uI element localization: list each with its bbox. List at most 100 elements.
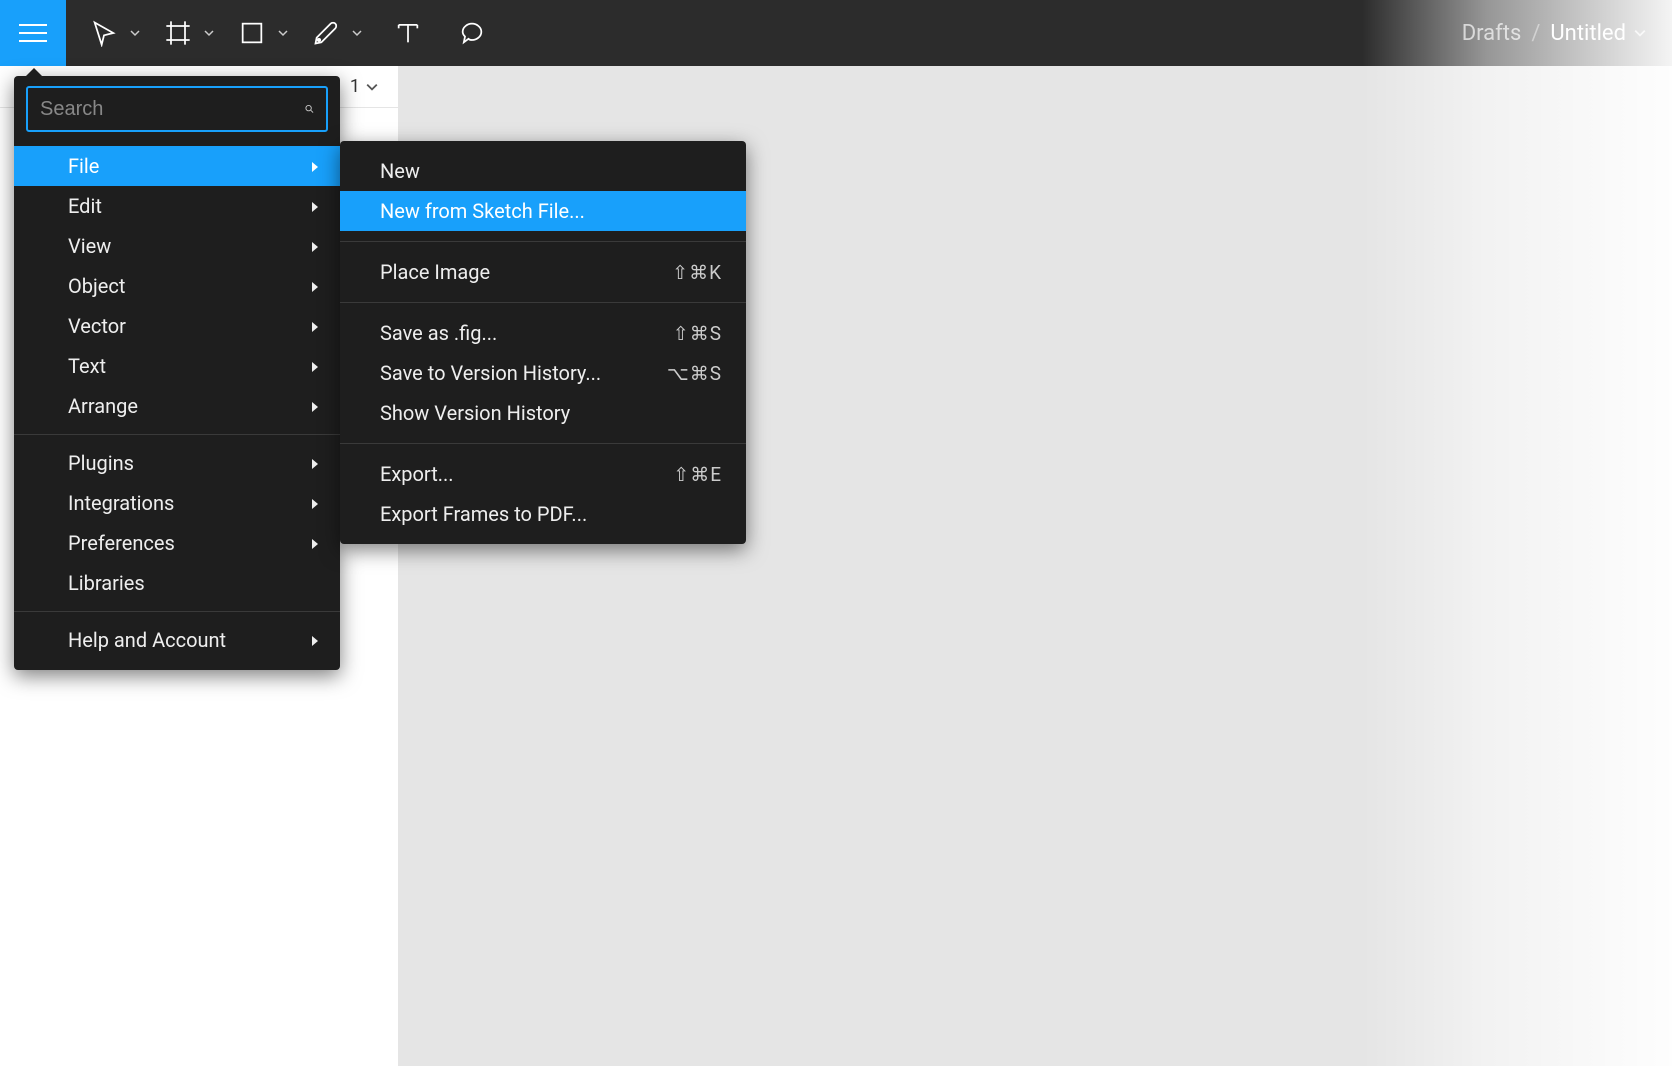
submenu-arrow-icon (310, 321, 320, 333)
menu-item-label: File (68, 154, 99, 178)
chevron-down-icon (1634, 27, 1646, 39)
shape-tool-chevron[interactable] (276, 0, 302, 66)
submenu-item-place-image[interactable]: Place Image ⇧⌘K (340, 252, 746, 292)
submenu-indicator (310, 314, 320, 338)
shape-tool[interactable] (228, 0, 276, 66)
submenu-shortcut: ⇧⌘S (673, 322, 722, 345)
menu-item-object[interactable]: Object (14, 266, 340, 306)
menu-item-label: Preferences (68, 531, 175, 555)
submenu-arrow-icon (310, 538, 320, 550)
layers-panel-visible-text: 1 (350, 76, 360, 97)
submenu-arrow-icon (310, 241, 320, 253)
submenu-arrow-icon (310, 361, 320, 373)
submenu-arrow-icon (310, 635, 320, 647)
text-icon (394, 19, 422, 47)
submenu-shortcut: ⇧⌘K (672, 261, 722, 284)
filename-label: Untitled (1550, 21, 1626, 46)
text-tool[interactable] (376, 0, 440, 66)
menu-item-label: Integrations (68, 491, 174, 515)
menu-item-label: Libraries (68, 571, 145, 595)
toolbar: Drafts / Untitled (0, 0, 1672, 66)
submenu-arrow-icon (310, 161, 320, 173)
menu-item-plugins[interactable]: Plugins (14, 443, 340, 483)
submenu-item-label: Save as .fig... (380, 321, 497, 345)
submenu-item-label: New from Sketch File... (380, 199, 585, 223)
submenu-item-save-to-version-history[interactable]: Save to Version History... ⌥⌘S (340, 353, 746, 393)
submenu-item-label: Place Image (380, 260, 490, 284)
submenu-shortcut: ⌥⌘S (667, 362, 722, 385)
menu-item-arrange[interactable]: Arrange (14, 386, 340, 426)
menu-item-label: Object (68, 274, 125, 298)
pen-icon (312, 19, 340, 47)
submenu-item-new[interactable]: New (340, 151, 746, 191)
submenu-shortcut: ⇧⌘E (673, 463, 722, 486)
submenu-item-label: Export Frames to PDF... (380, 502, 587, 526)
submenu-indicator (310, 154, 320, 178)
move-tool[interactable] (80, 0, 128, 66)
location-breadcrumb[interactable]: Drafts (1462, 21, 1522, 46)
menu-search-wrap (14, 76, 340, 146)
submenu-item-label: Show Version History (380, 401, 570, 425)
submenu-indicator (310, 451, 320, 475)
submenu-item-show-version-history[interactable]: Show Version History (340, 393, 746, 433)
search-icon (305, 99, 314, 119)
menu-item-label: Arrange (68, 394, 138, 418)
submenu-indicator (310, 531, 320, 555)
submenu-separator (340, 302, 746, 303)
menu-item-text[interactable]: Text (14, 346, 340, 386)
chevron-down-icon (204, 28, 214, 38)
submenu-indicator (310, 491, 320, 515)
menu-item-vector[interactable]: Vector (14, 306, 340, 346)
main-menu-button[interactable] (0, 0, 66, 66)
menu-item-libraries[interactable]: Libraries (14, 563, 340, 603)
submenu-item-save-as-fig[interactable]: Save as .fig... ⇧⌘S (340, 313, 746, 353)
chevron-down-icon (130, 28, 140, 38)
toolbar-tools (66, 0, 504, 66)
submenu-separator (340, 443, 746, 444)
submenu-arrow-icon (310, 201, 320, 213)
frame-tool[interactable] (154, 0, 202, 66)
cursor-icon (90, 19, 118, 47)
chevron-down-icon (278, 28, 288, 38)
chevron-down-icon (352, 28, 362, 38)
menu-item-label: View (68, 234, 111, 258)
submenu-indicator (310, 394, 320, 418)
submenu-arrow-icon (310, 458, 320, 470)
submenu-indicator (310, 354, 320, 378)
menu-separator (14, 611, 340, 612)
hamburger-icon (19, 24, 47, 42)
menu-item-label: Help and Account (68, 628, 226, 652)
menu-item-edit[interactable]: Edit (14, 186, 340, 226)
toolbar-title-area: Drafts / Untitled (1462, 21, 1672, 46)
comment-icon (458, 19, 486, 47)
menu-search-box[interactable] (26, 86, 328, 132)
submenu-item-export-frames-to-pdf[interactable]: Export Frames to PDF... (340, 494, 746, 534)
main-menu-dropdown: File Edit View Object Vector Text Arrange Plugi… (14, 76, 340, 670)
menu-item-file[interactable]: File (14, 146, 340, 186)
submenu-indicator (310, 194, 320, 218)
pen-tool-chevron[interactable] (350, 0, 376, 66)
pen-tool[interactable] (302, 0, 350, 66)
comment-tool[interactable] (440, 0, 504, 66)
menu-item-preferences[interactable]: Preferences (14, 523, 340, 563)
menu-item-label: Text (68, 354, 106, 378)
move-tool-chevron[interactable] (128, 0, 154, 66)
file-submenu: New New from Sketch File... Place Image ⇧⌘K… (340, 141, 746, 544)
submenu-separator (340, 241, 746, 242)
menu-item-integrations[interactable]: Integrations (14, 483, 340, 523)
menu-item-label: Edit (68, 194, 102, 218)
submenu-item-export[interactable]: Export... ⇧⌘E (340, 454, 746, 494)
menu-search-input[interactable] (40, 98, 305, 121)
submenu-item-label: New (380, 159, 420, 183)
frame-tool-chevron[interactable] (202, 0, 228, 66)
submenu-indicator (310, 628, 320, 652)
menu-item-help-and-account[interactable]: Help and Account (14, 620, 340, 660)
menu-separator (14, 434, 340, 435)
submenu-arrow-icon (310, 281, 320, 293)
submenu-item-label: Export... (380, 462, 454, 486)
menu-item-view[interactable]: View (14, 226, 340, 266)
submenu-item-label: Save to Version History... (380, 361, 601, 385)
submenu-item-new-from-sketch-file[interactable]: New from Sketch File... (340, 191, 746, 231)
rectangle-icon (238, 19, 266, 47)
filename-dropdown[interactable]: Untitled (1550, 21, 1646, 46)
